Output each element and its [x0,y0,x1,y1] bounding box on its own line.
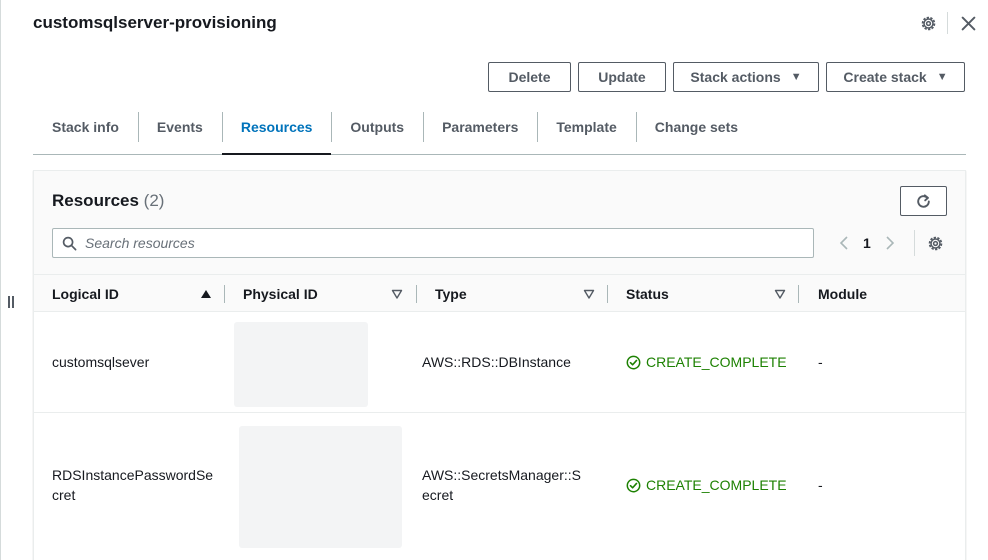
column-divider [416,285,417,303]
refresh-icon [917,193,930,208]
type-line: AWS::SecretsManager::S [422,467,581,483]
logical-id-header-label: Logical ID [52,285,119,302]
resources-count: (2) [143,191,165,210]
logical-id-line: RDSInstancePasswordSe [52,467,214,483]
split-panel-border [0,0,1,560]
table-preferences-gear-icon[interactable] [924,232,946,254]
sort-icon [391,289,403,299]
column-header-status[interactable]: Status [626,275,791,312]
stack-title: customsqlserver-provisioning [33,13,277,32]
type-cell: AWS::RDS::DBInstance [422,354,571,370]
column-header-module[interactable]: Module [818,275,938,312]
column-divider [224,285,225,303]
tab-events[interactable]: Events [137,100,222,154]
search-field[interactable] [52,228,814,258]
refresh-button[interactable] [900,186,947,216]
type-line: ecret [422,487,454,503]
header-divider [947,12,948,34]
logical-id-line: cret [52,487,76,503]
caret-down-icon: ▼ [936,71,948,83]
module-cell: - [818,477,823,493]
sort-icon [774,289,786,299]
resources-title: Resources [52,191,139,210]
settings-gear-icon[interactable] [917,12,939,34]
status-cell: CREATE_COMPLETE [626,352,787,372]
status-text: CREATE_COMPLETE [646,477,787,493]
success-check-icon [626,355,641,369]
pagination: 1 [836,232,898,254]
update-button[interactable]: Update [578,62,666,92]
tab-change-sets[interactable]: Change sets [635,100,757,154]
delete-label: Delete [508,69,551,85]
status-text: CREATE_COMPLETE [646,354,787,370]
logical-id-cell: RDSInstancePasswordSe cret [52,465,217,505]
module-cell: - [818,354,823,370]
resize-handle-icon[interactable] [7,296,15,310]
status-header-label: Status [626,285,669,302]
table-row: customsqlsever AWS::RDS::DBInstance CREA… [34,312,965,413]
search-input[interactable] [85,235,785,251]
type-cell: AWS::SecretsManager::S ecret [422,465,592,505]
search-icon [62,236,77,250]
success-check-icon [626,478,641,492]
stack-actions-label: Stack actions [690,69,781,85]
tab-parameters[interactable]: Parameters [423,100,537,154]
tab-stack-info[interactable]: Stack info [33,100,138,154]
module-header-label: Module [818,285,867,302]
status-cell: CREATE_COMPLETE [626,475,787,495]
update-label: Update [598,69,646,85]
sort-ascending-icon [201,290,211,298]
current-page[interactable]: 1 [863,235,871,251]
resources-panel-header: Resources (2) 1 [34,171,965,275]
type-header-label: Type [435,285,467,302]
physical-id-redacted [239,426,402,548]
create-stack-label: Create stack [843,69,927,85]
column-divider [798,285,799,303]
stack-tabs: Stack info Events Resources Outputs Para… [33,100,966,155]
resources-panel: Resources (2) 1 Logical ID Physical ID [33,170,966,560]
physical-id-redacted [234,322,368,407]
logical-id-cell: customsqlsever [52,354,150,370]
physical-id-header-label: Physical ID [243,285,318,302]
column-header-type[interactable]: Type [435,275,600,312]
column-divider [607,285,608,303]
chevron-left-icon[interactable] [836,232,852,254]
caret-down-icon: ▼ [790,71,802,83]
create-stack-dropdown[interactable]: Create stack ▼ [826,62,965,92]
table-header: Logical ID Physical ID Type Status Modul… [34,275,965,312]
stack-actions-bar: Delete Update Stack actions ▼ Create stac… [488,62,965,92]
column-header-logical-id[interactable]: Logical ID [52,275,217,312]
pager-divider [914,230,915,256]
sort-icon [583,289,595,299]
stack-actions-dropdown[interactable]: Stack actions ▼ [673,62,819,92]
tab-outputs[interactable]: Outputs [331,100,423,154]
table-row: RDSInstancePasswordSe cret AWS::SecretsM… [34,414,965,560]
chevron-right-icon[interactable] [882,232,898,254]
resources-heading: Resources (2) [52,191,164,211]
close-icon[interactable] [957,12,979,34]
tab-resources[interactable]: Resources [221,100,332,155]
delete-button[interactable]: Delete [488,62,571,92]
column-header-physical-id[interactable]: Physical ID [243,275,408,312]
tab-template[interactable]: Template [537,100,635,154]
